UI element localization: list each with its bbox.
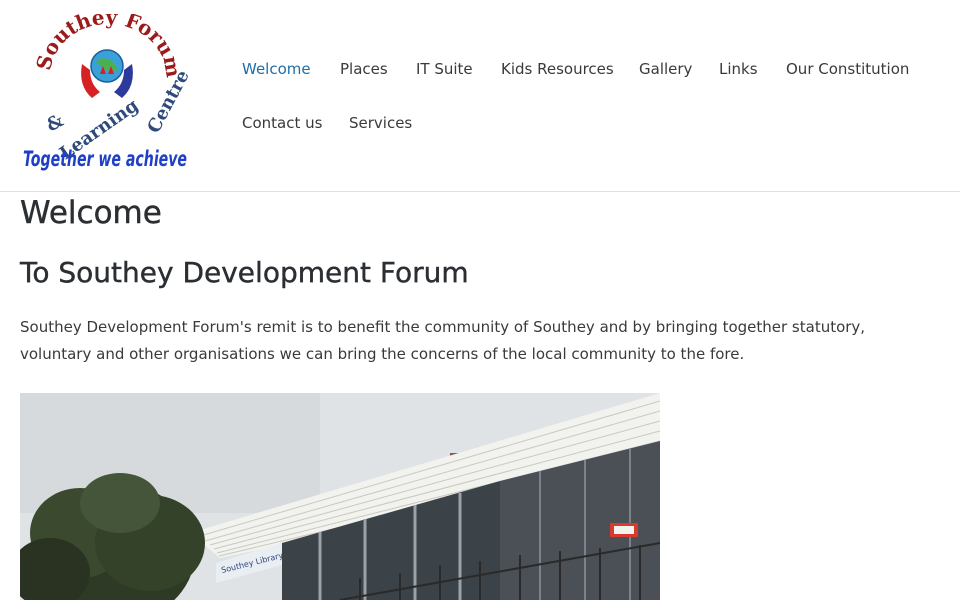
- site-logo[interactable]: Southey Forum & Learning Centre Together…: [20, 5, 194, 176]
- nav-item-places[interactable]: Places: [340, 60, 388, 78]
- nav-item-contact-us[interactable]: Contact us: [242, 114, 322, 132]
- library-photo: Southey Library: [20, 393, 660, 600]
- svg-text:Together we achieve: Together we achieve: [23, 147, 187, 171]
- page-subtitle: To Southey Development Forum: [20, 256, 469, 289]
- page-title: Welcome: [20, 195, 162, 231]
- intro-paragraph: Southey Development Forum's remit is to …: [20, 318, 866, 363]
- nav-item-our-constitution[interactable]: Our Constitution: [786, 60, 909, 78]
- library-photo-graphic: Southey Library: [20, 393, 660, 600]
- nav-item-gallery[interactable]: Gallery: [639, 60, 692, 78]
- logo-graphic: Southey Forum & Learning Centre Together…: [23, 5, 194, 171]
- nav-item-links[interactable]: Links: [719, 60, 758, 78]
- nav-item-it-suite[interactable]: IT Suite: [416, 60, 473, 78]
- nav-item-kids-resources[interactable]: Kids Resources: [501, 60, 614, 78]
- svg-text:&: &: [43, 110, 67, 136]
- site-header: Southey Forum & Learning Centre Together…: [0, 0, 960, 192]
- nav-item-services[interactable]: Services: [349, 114, 412, 132]
- nav-item-welcome[interactable]: Welcome: [242, 60, 311, 78]
